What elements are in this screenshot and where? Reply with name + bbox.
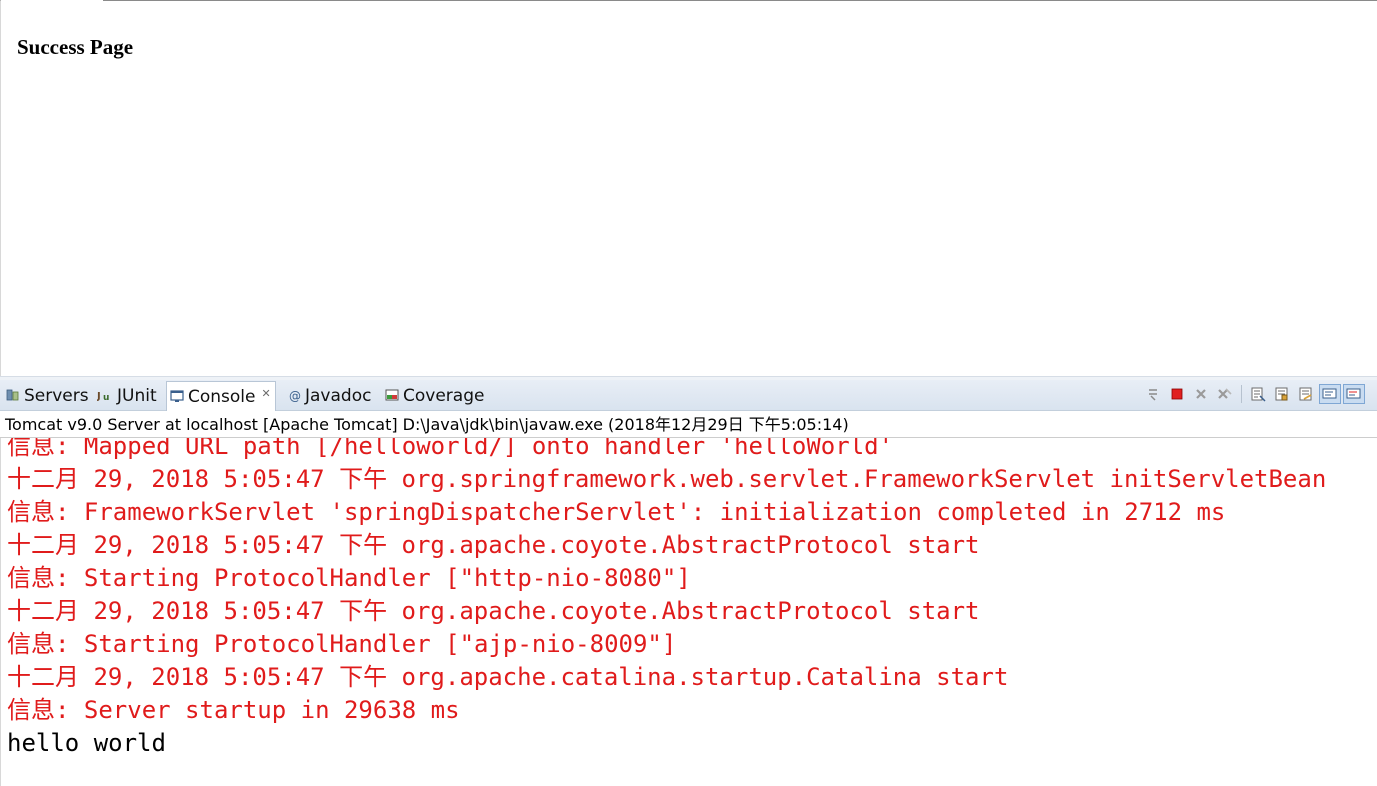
- scroll-lock-icon[interactable]: [1271, 384, 1293, 404]
- junit-icon: J u: [96, 388, 113, 404]
- eclipse-window: Success Page Servers J u JUnit Console ✕…: [0, 0, 1377, 786]
- tab-coverage[interactable]: Coverage: [385, 381, 484, 410]
- console-line-stderr: 十二月 29, 2018 5:05:47 下午 org.apache.catal…: [7, 663, 1009, 691]
- browser-content-area: Success Page: [0, 0, 1377, 376]
- show-on-stderr-icon[interactable]: [1343, 384, 1365, 404]
- console-output[interactable]: 信息: Mapped URL path [/helloworld/] onto …: [0, 438, 1377, 786]
- tab-console-label: Console: [188, 386, 256, 407]
- close-icon[interactable]: ✕: [262, 387, 271, 400]
- show-on-stdout-icon[interactable]: [1319, 384, 1341, 404]
- servers-icon: [6, 388, 20, 404]
- console-line-stderr: 信息: Mapped URL path [/helloworld/] onto …: [7, 438, 894, 460]
- coverage-icon: [385, 388, 399, 404]
- tab-javadoc[interactable]: @ Javadoc: [289, 381, 371, 410]
- svg-text:u: u: [103, 393, 109, 402]
- console-toolbar: [1142, 383, 1365, 405]
- remove-launch-icon[interactable]: [1190, 384, 1212, 404]
- view-tab-bar: Servers J u JUnit Console ✕ @ Javadoc Co…: [0, 380, 1377, 411]
- console-line-stderr: 信息: Starting ProtocolHandler ["ajp-nio-8…: [7, 630, 677, 658]
- word-wrap-icon[interactable]: [1295, 384, 1317, 404]
- console-line-stderr: 信息: Server startup in 29638 ms: [7, 696, 460, 724]
- console-line-stdout: hello world: [7, 729, 166, 757]
- console-process-label: Tomcat v9.0 Server at localhost [Apache …: [0, 412, 1377, 438]
- console-line-stderr: 十二月 29, 2018 5:05:47 下午 org.springframew…: [7, 465, 1327, 493]
- svg-text:J: J: [97, 391, 101, 402]
- console-icon: [170, 389, 184, 405]
- tab-console[interactable]: Console ✕: [166, 381, 276, 411]
- clear-console-icon[interactable]: [1247, 384, 1269, 404]
- browser-tab-indicator: [1, 0, 103, 2]
- console-line-stderr: 信息: FrameworkServlet 'springDispatcherSe…: [7, 498, 1226, 526]
- toolbar-separator: [1241, 385, 1242, 403]
- tab-servers-label: Servers: [24, 385, 89, 406]
- console-lines: 信息: Mapped URL path [/helloworld/] onto …: [7, 438, 1326, 760]
- console-line-stderr: 十二月 29, 2018 5:05:47 下午 org.apache.coyot…: [7, 597, 980, 625]
- tab-junit[interactable]: J u JUnit: [96, 381, 157, 410]
- javadoc-icon: @: [289, 388, 301, 403]
- tab-servers[interactable]: Servers: [6, 381, 89, 410]
- tab-junit-label: JUnit: [117, 385, 157, 406]
- remove-all-terminated-icon[interactable]: [1214, 384, 1236, 404]
- console-line-stderr: 十二月 29, 2018 5:05:47 下午 org.apache.coyot…: [7, 531, 980, 559]
- terminate-icon[interactable]: [1166, 384, 1188, 404]
- pin-icon[interactable]: [1142, 384, 1164, 404]
- tab-coverage-label: Coverage: [403, 385, 485, 406]
- console-line-stderr: 信息: Starting ProtocolHandler ["http-nio-…: [7, 564, 691, 592]
- tab-javadoc-label: Javadoc: [305, 385, 372, 406]
- page-heading: Success Page: [17, 35, 134, 59]
